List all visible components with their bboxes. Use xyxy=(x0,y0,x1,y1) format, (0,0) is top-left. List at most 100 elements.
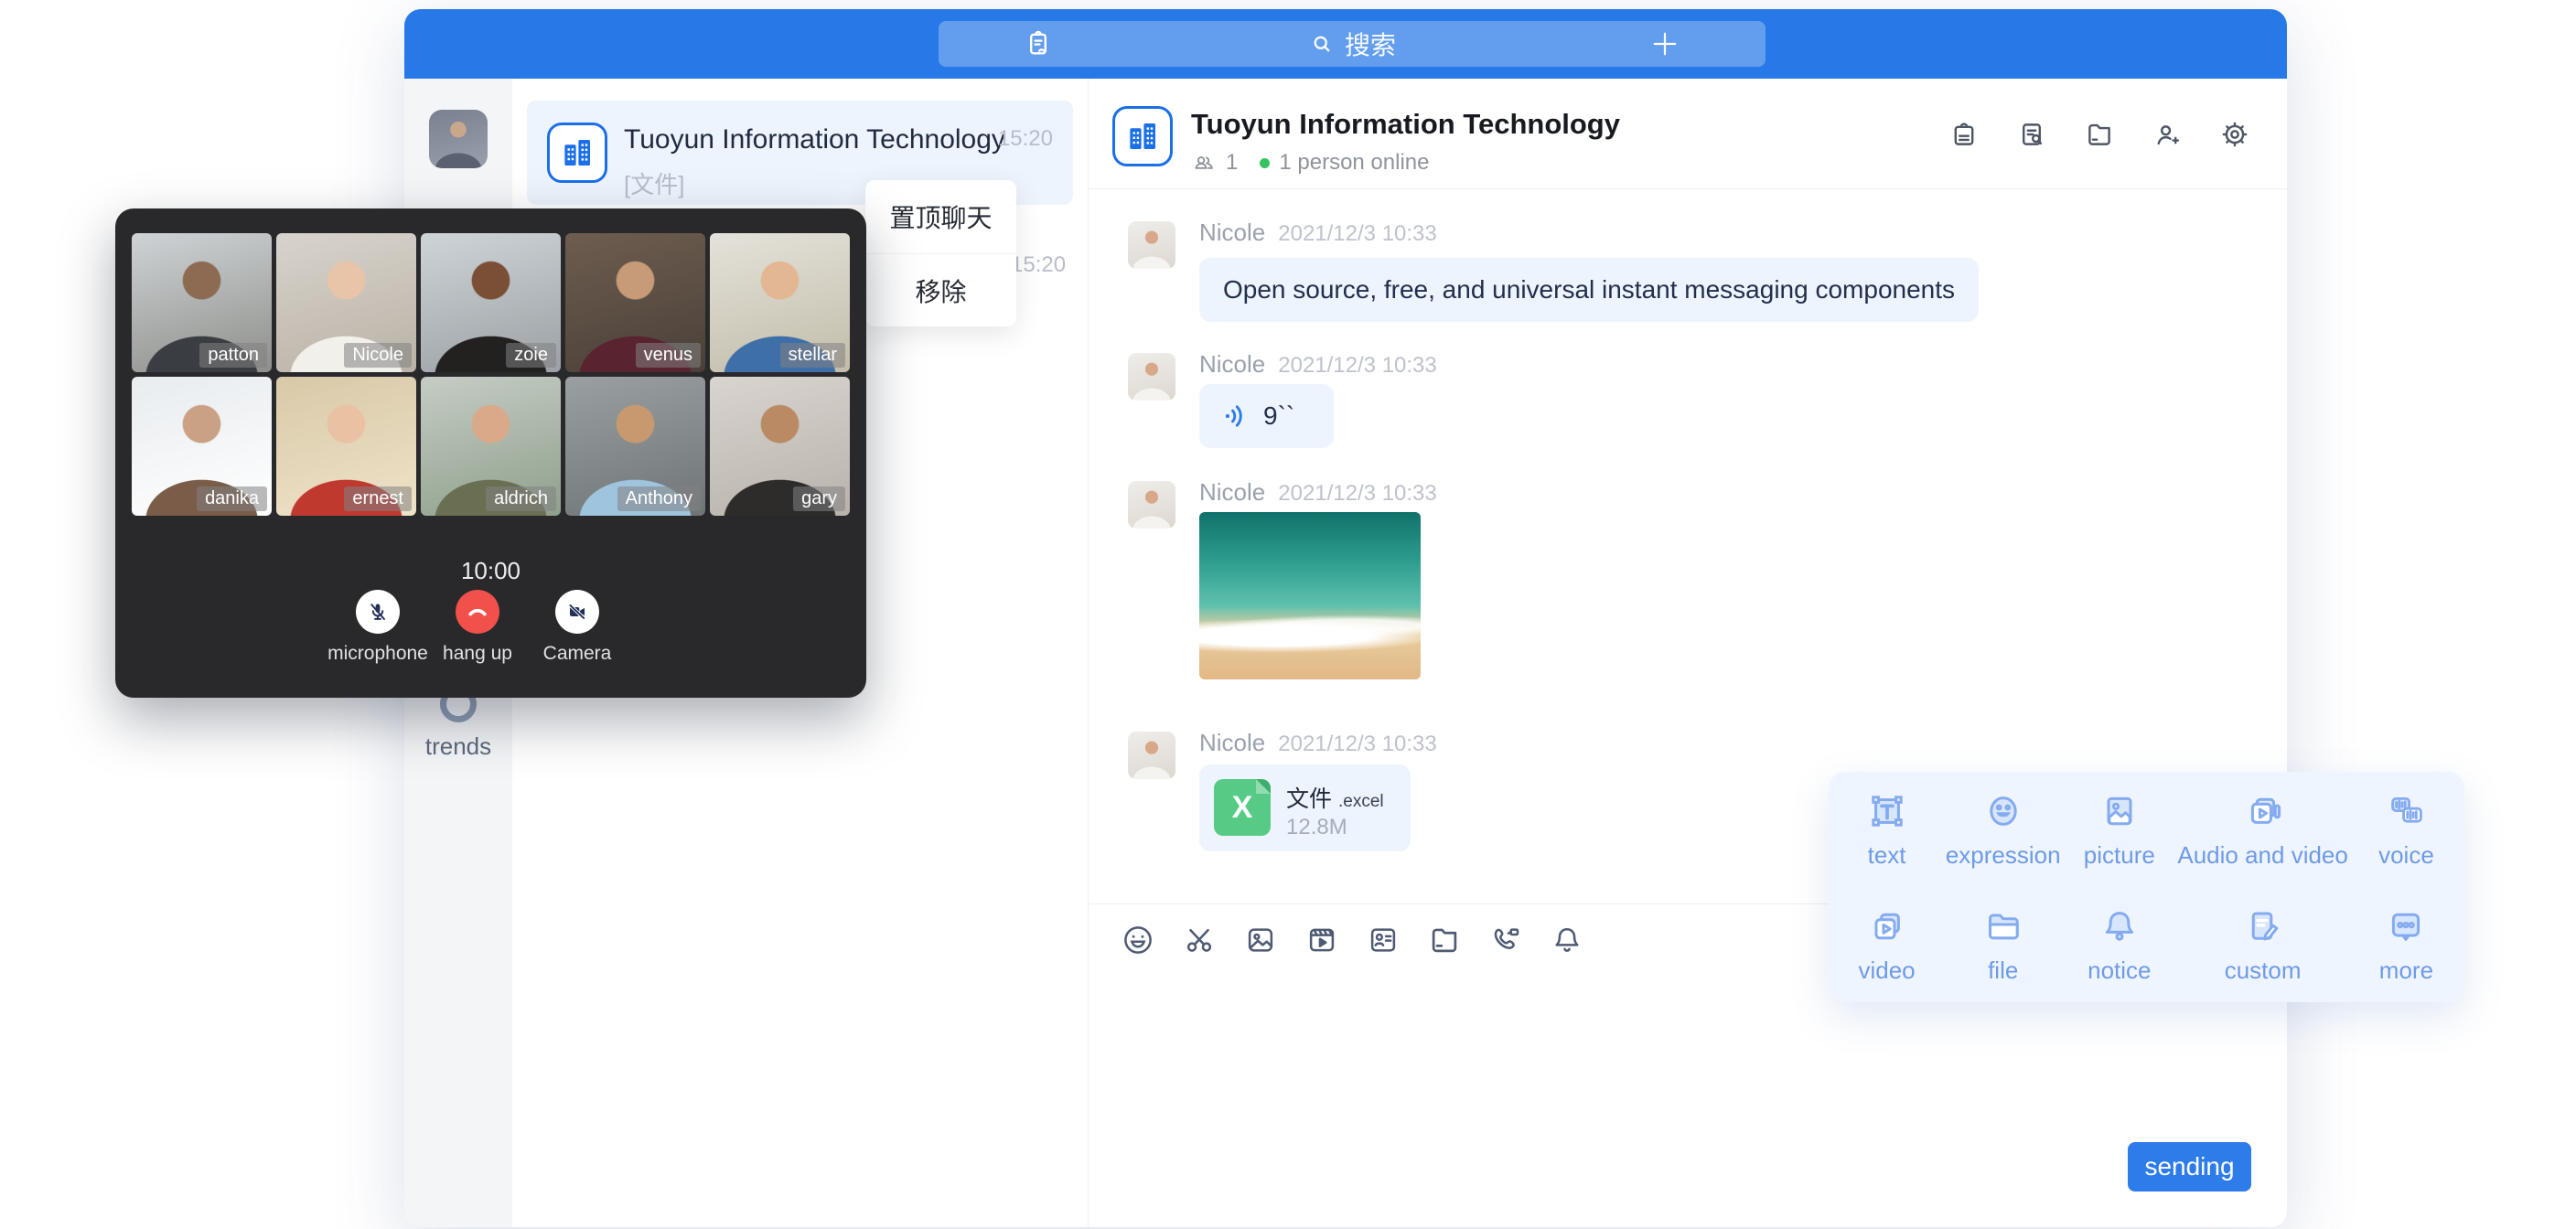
participant-tile[interactable]: zoie xyxy=(421,233,561,372)
panel-item-expression[interactable]: expression xyxy=(1945,789,2061,870)
hang-up-button[interactable]: hang up xyxy=(456,590,499,634)
camera-off-icon xyxy=(565,600,589,624)
panel-item-text[interactable]: text xyxy=(1829,789,1945,870)
participant-tile[interactable]: Nicole xyxy=(276,233,416,372)
panel-item-label: file xyxy=(1945,956,2061,985)
sender-avatar[interactable] xyxy=(1128,481,1175,529)
search-placeholder: 搜索 xyxy=(1345,26,1396,62)
video-call-overlay: patton Nicole zoie venus stellar danikaernest… xyxy=(115,208,866,698)
menu-item-pin-chat[interactable]: 置顶聊天 xyxy=(865,180,1016,253)
file-size: 12.8M xyxy=(1286,815,1347,840)
panel-item-voice[interactable]: voice xyxy=(2348,789,2464,870)
participant-tile[interactable]: patton xyxy=(132,233,272,372)
panel-item-label: notice xyxy=(2061,956,2177,985)
voice-wave-icon xyxy=(1221,401,1250,431)
excel-file-icon: X xyxy=(1214,779,1271,836)
film-icon[interactable] xyxy=(1304,923,1339,957)
panel-item-label: text xyxy=(1829,841,1945,870)
online-dot xyxy=(1260,158,1270,168)
building-icon xyxy=(1123,117,1162,155)
notice-icon xyxy=(2098,904,2141,948)
sender-avatar[interactable] xyxy=(1128,732,1175,779)
panel-item-label: video xyxy=(1829,956,1945,985)
expression-icon xyxy=(1981,789,2025,833)
panel-item-file[interactable]: file xyxy=(1945,904,2061,985)
participant-tile[interactable]: stellar xyxy=(710,233,850,372)
panel-item-custom[interactable]: custom xyxy=(2177,904,2347,985)
sender-avatar[interactable] xyxy=(1128,353,1175,401)
custom-icon xyxy=(2241,904,2285,948)
avatar[interactable] xyxy=(429,110,488,168)
participant-tile[interactable]: venus xyxy=(565,233,705,372)
doc-search-icon[interactable] xyxy=(2016,119,2047,150)
person-add-icon[interactable] xyxy=(2152,119,2183,150)
hang-up-label: hang up xyxy=(443,643,512,665)
scissors-icon[interactable] xyxy=(1182,923,1217,957)
panel-item-more[interactable]: more xyxy=(2348,904,2464,985)
search-bar[interactable]: 搜索 xyxy=(939,21,1766,67)
menu-item-remove[interactable]: 移除 xyxy=(865,253,1016,326)
online-text: 1 person online xyxy=(1279,150,1429,176)
file-icon xyxy=(1981,904,2025,948)
panel-item-picture[interactable]: picture xyxy=(2061,789,2177,870)
group-avatar xyxy=(1112,106,1173,166)
participant-tile[interactable]: Anthony xyxy=(565,377,705,516)
participant-tile[interactable]: gary xyxy=(710,377,850,516)
call-list-icon[interactable] xyxy=(1023,28,1054,59)
sender-avatar[interactable] xyxy=(1128,221,1175,269)
participant-tile[interactable]: danika xyxy=(132,377,272,516)
conversation-time: 15:20 xyxy=(1011,252,1066,278)
participant-name: Anthony xyxy=(617,486,701,511)
screen: 搜索 trends Tuoyun Information Technology … xyxy=(0,0,2576,1229)
header-actions xyxy=(1948,79,2250,189)
video-icon xyxy=(1865,904,1909,948)
contact-card-icon[interactable] xyxy=(1366,923,1401,957)
emoji-icon[interactable] xyxy=(1121,923,1155,957)
participant-tile[interactable]: aldrich xyxy=(421,377,561,516)
bell-icon[interactable] xyxy=(1550,923,1584,957)
folder-icon[interactable] xyxy=(2084,119,2115,150)
chat-header: Tuoyun Information Technology 1 1 person… xyxy=(1089,79,2287,189)
microphone-button[interactable]: microphone xyxy=(356,590,400,634)
member-count: 1 xyxy=(1226,150,1238,176)
participant-tile[interactable]: ernest xyxy=(276,377,416,516)
send-button[interactable]: sending xyxy=(2128,1142,2251,1192)
search-input[interactable]: 搜索 xyxy=(1308,26,1396,62)
voice-bubble[interactable]: 9`` xyxy=(1199,384,1334,448)
panel-item-notice[interactable]: notice xyxy=(2061,904,2177,985)
folder-icon[interactable] xyxy=(1427,923,1462,957)
image-icon[interactable] xyxy=(1243,923,1278,957)
participant-name: stellar xyxy=(780,343,845,368)
trends-label: trends xyxy=(404,732,512,761)
panel-item-audio-and-video[interactable]: Audio and video xyxy=(2177,789,2347,870)
panel-item-video[interactable]: video xyxy=(1829,904,1945,985)
message-time: 2021/12/3 10:33 xyxy=(1278,732,1437,757)
file-ext: .excel xyxy=(1338,792,1384,811)
sender-name: Nicole xyxy=(1199,350,1265,379)
mic-off-icon xyxy=(366,600,390,624)
video-call-icon[interactable] xyxy=(1488,923,1523,957)
plus-icon[interactable] xyxy=(1648,27,1681,60)
panel-item-label: custom xyxy=(2177,956,2347,985)
file-bubble[interactable]: X 文件 .excel 12.8M xyxy=(1199,764,1411,851)
audio-video-icon xyxy=(2241,789,2285,833)
voice-icon xyxy=(2384,789,2428,833)
participant-name: gary xyxy=(793,486,845,511)
group-avatar xyxy=(547,123,607,183)
text-bubble[interactable]: Open source, free, and universal instant… xyxy=(1199,258,1979,322)
microphone-label: microphone xyxy=(327,643,428,665)
participant-grid: patton Nicole zoie venus stellar danikaernest… xyxy=(132,233,850,516)
participant-name: aldrich xyxy=(486,486,556,511)
picture-icon xyxy=(2098,789,2141,833)
panel-item-label: more xyxy=(2348,956,2464,985)
participant-name: zoie xyxy=(506,343,556,368)
message-time: 2021/12/3 10:33 xyxy=(1278,353,1437,379)
board-icon[interactable] xyxy=(1948,119,1980,150)
image-attachment[interactable] xyxy=(1199,512,1421,679)
participant-name: Nicole xyxy=(344,343,412,368)
building-icon xyxy=(558,134,596,172)
conversation-title: Tuoyun Information Technology xyxy=(624,124,1005,155)
gear-icon[interactable] xyxy=(2219,119,2250,150)
camera-button[interactable]: Camera xyxy=(555,590,599,634)
context-menu: 置顶聊天 移除 xyxy=(865,180,1016,326)
